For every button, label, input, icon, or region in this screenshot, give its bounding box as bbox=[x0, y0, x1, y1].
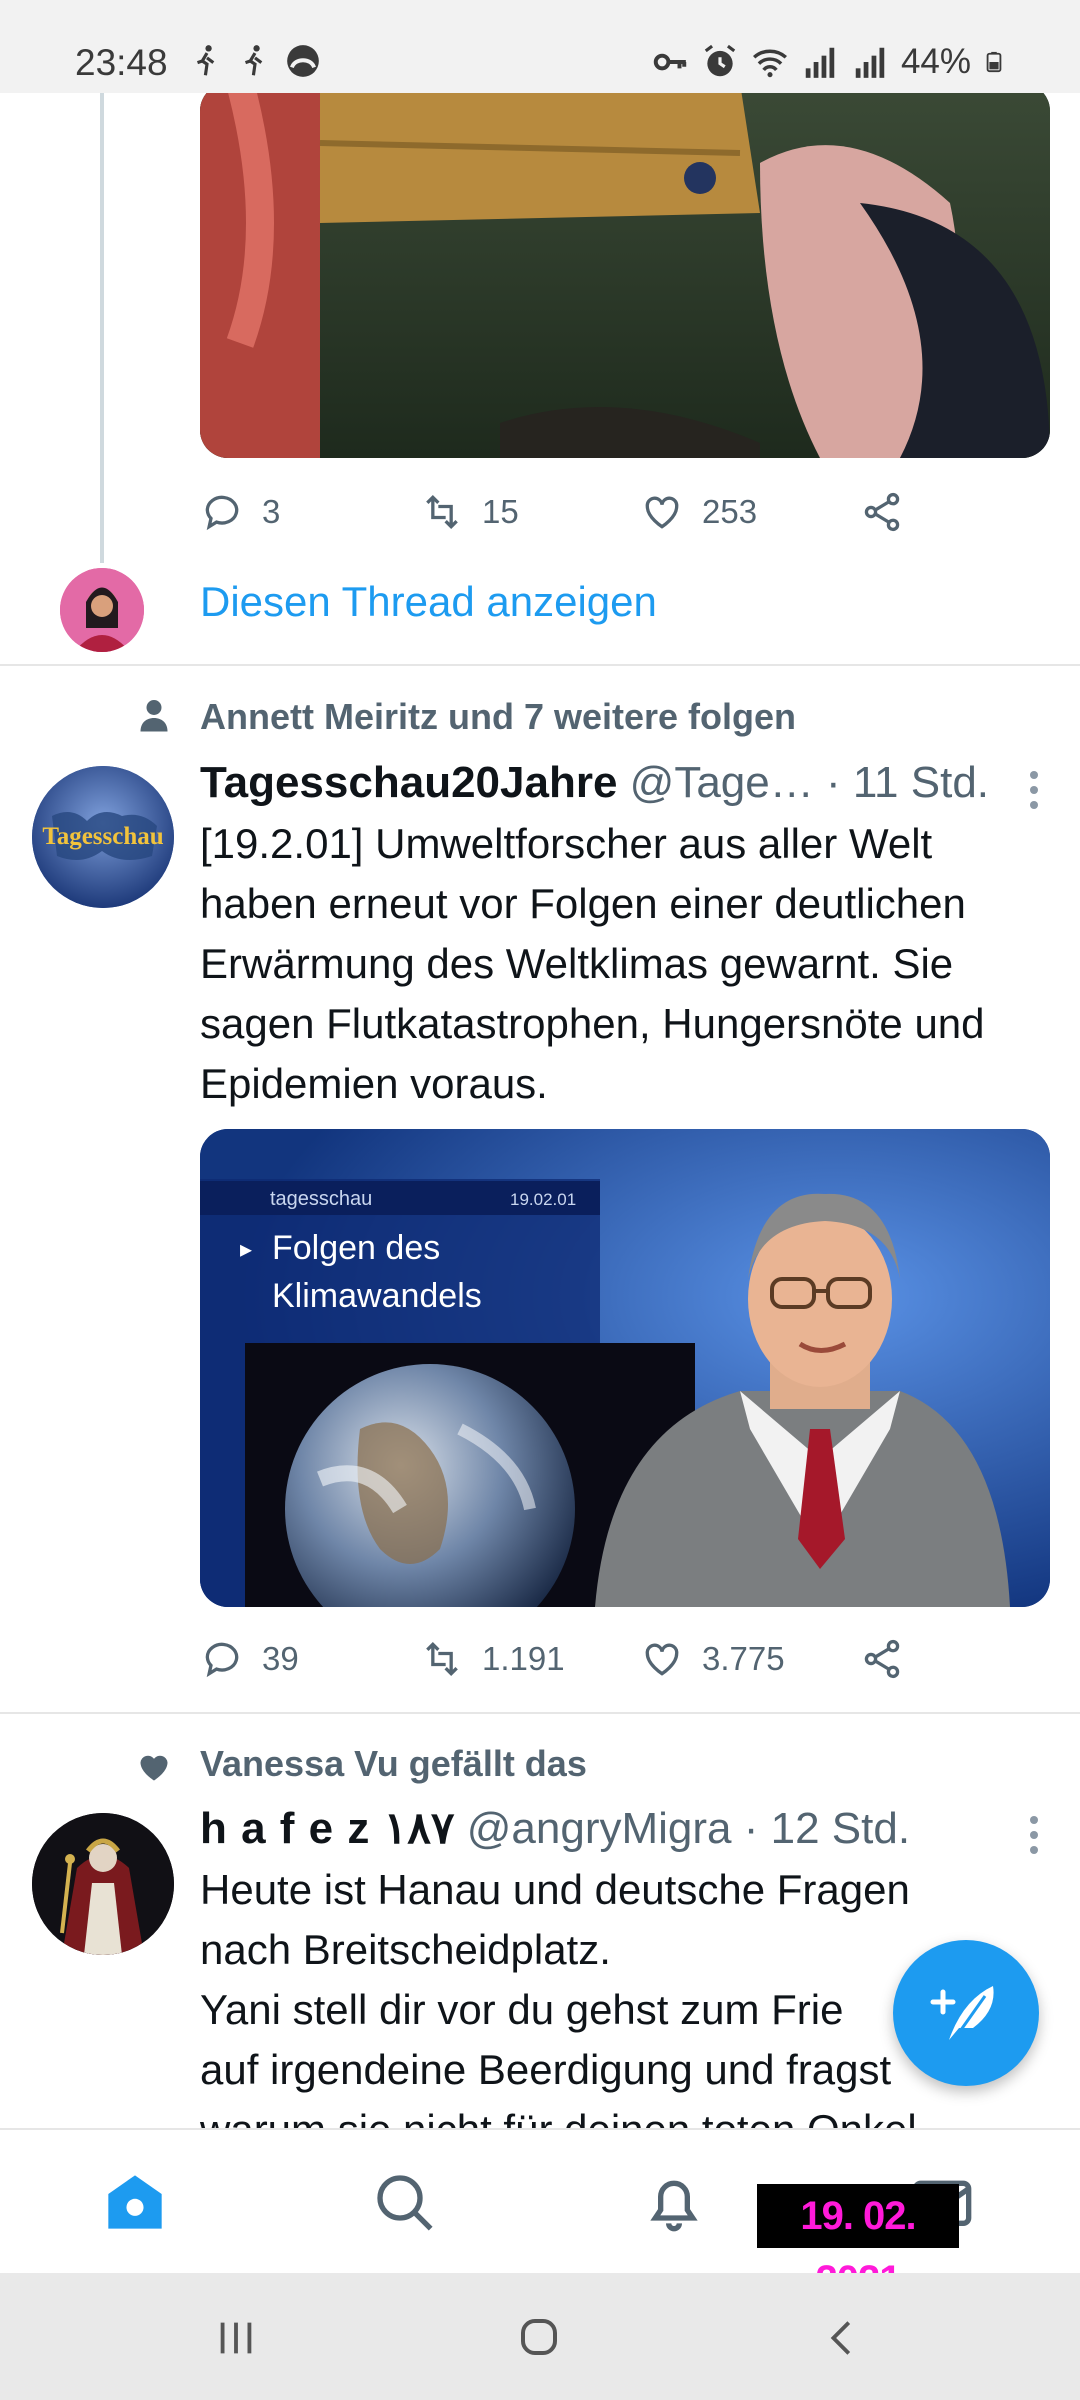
recent-apps-icon[interactable] bbox=[213, 2315, 259, 2361]
compose-feather-icon bbox=[930, 1986, 994, 2045]
heart-filled-icon bbox=[140, 1755, 168, 1781]
retweet-count: 1.191 bbox=[482, 1640, 565, 1677]
tweet3-text-line: Heute ist Hanau und deutsche Fragen bbox=[200, 1866, 910, 1913]
media-date: 19.02.01 bbox=[510, 1190, 576, 1209]
media-headline-2: Klimawandels bbox=[272, 1277, 482, 1315]
avatar-painting bbox=[32, 1813, 174, 1955]
battery-icon bbox=[986, 51, 1002, 73]
media-brand: tagesschau bbox=[270, 1188, 372, 1210]
tweet3-time: · 12 Std. bbox=[743, 1804, 911, 1853]
tweet2-actions: 39 1.191 3.775 bbox=[200, 1629, 922, 1689]
app-icon bbox=[287, 45, 319, 77]
walk-icon bbox=[196, 45, 215, 76]
reply-button[interactable]: 39 bbox=[200, 1637, 420, 1681]
notifications-icon[interactable] bbox=[642, 2170, 706, 2234]
alarm-icon bbox=[704, 44, 736, 77]
timeline[interactable]: 3 15 253 Diesen Thread anzeigen Annett M… bbox=[0, 93, 1080, 2128]
tagesschau-logo: Tagesschau bbox=[32, 766, 174, 908]
key-icon bbox=[653, 53, 687, 71]
share-icon bbox=[864, 492, 900, 532]
retweet-button[interactable]: 1.191 bbox=[420, 1637, 640, 1681]
reply-icon bbox=[205, 495, 239, 531]
tagesschau-broadcast-still: tagesschau 19.02.01 ▸ Folgen des Klimawa… bbox=[200, 1129, 1050, 1607]
date-stamp-overlay: 19. 02. 2021 bbox=[757, 2184, 959, 2302]
like-button[interactable]: 253 bbox=[640, 490, 860, 534]
tweet3-avatar[interactable] bbox=[32, 1813, 174, 1955]
tweet3-more-icon[interactable] bbox=[1028, 1816, 1040, 1856]
home-button-icon[interactable] bbox=[515, 2313, 563, 2361]
retweet-icon bbox=[426, 494, 458, 530]
like-count: 3.775 bbox=[702, 1640, 785, 1677]
like-count: 253 bbox=[702, 493, 758, 530]
svg-text:Tagesschau: Tagesschau bbox=[42, 823, 163, 850]
share-button[interactable] bbox=[860, 490, 922, 534]
tweet2-author-name[interactable]: Tagesschau20Jahre bbox=[200, 758, 617, 807]
heart-icon bbox=[645, 1643, 679, 1676]
tweet2-more-icon[interactable] bbox=[1028, 771, 1040, 811]
tweet2-time: · 11 Std. bbox=[825, 758, 990, 807]
thread-line bbox=[100, 93, 104, 563]
home-icon[interactable] bbox=[103, 2170, 167, 2234]
reply-count: 39 bbox=[262, 1640, 299, 1677]
retweet-count: 15 bbox=[482, 493, 519, 530]
reply-icon bbox=[205, 1642, 239, 1678]
android-navigation-bar bbox=[0, 2273, 1080, 2400]
reply-button[interactable]: 3 bbox=[200, 490, 420, 534]
tweet1-image[interactable] bbox=[200, 93, 1050, 458]
media-headline-1: Folgen des bbox=[272, 1229, 440, 1267]
tweet3-handle[interactable]: @angryMigra bbox=[467, 1804, 732, 1853]
avatar-photo bbox=[60, 568, 144, 652]
tweet3-social-context[interactable]: Vanessa Vu gefällt das bbox=[200, 1743, 587, 1785]
tweet3-author-name[interactable]: h a f e z ١٨٧ bbox=[200, 1804, 455, 1853]
share-button[interactable] bbox=[860, 1637, 922, 1681]
tweet1-actions: 3 15 253 bbox=[200, 482, 922, 542]
retweet-button[interactable]: 15 bbox=[420, 490, 640, 534]
photo-grass-hands bbox=[200, 93, 1050, 458]
search-icon[interactable] bbox=[372, 2170, 436, 2234]
compose-tweet-button[interactable] bbox=[893, 1940, 1039, 2086]
tweet2-text: [19.2.01] Umweltforscher aus aller Welt … bbox=[200, 820, 985, 1107]
heart-icon bbox=[645, 496, 679, 529]
tweet2-handle[interactable]: @Tage… bbox=[630, 758, 814, 807]
tweet2-image[interactable]: tagesschau 19.02.01 ▸ Folgen des Klimawa… bbox=[200, 1129, 1050, 1607]
tweet3-header: h a f e z ١٨٧ @angryMigra · 12 Std. bbox=[200, 1803, 910, 1854]
retweet-icon bbox=[426, 1641, 458, 1677]
tweet3-text-line: warum sie nicht für deinen toten Onkel bbox=[200, 2100, 1050, 2128]
show-thread-link[interactable]: Diesen Thread anzeigen bbox=[200, 578, 657, 626]
reply-count: 3 bbox=[262, 493, 281, 530]
media-bullet-icon: ▸ bbox=[240, 1236, 252, 1263]
status-bar: 23:48 44% bbox=[0, 0, 1080, 93]
signal-icon bbox=[855, 47, 885, 78]
tweet2-avatar[interactable]: Tagesschau bbox=[32, 766, 174, 908]
share-icon bbox=[864, 1639, 900, 1679]
wifi-icon bbox=[752, 49, 787, 78]
divider bbox=[0, 1712, 1080, 1714]
thread-author-avatar[interactable] bbox=[60, 568, 144, 652]
tweet2-social-context[interactable]: Annett Meiritz und 7 weitere folgen bbox=[200, 696, 796, 738]
walk-icon bbox=[244, 45, 263, 76]
status-time: 23:48 bbox=[75, 42, 168, 83]
tweet2-header: Tagesschau20Jahre @Tage… · 11 Std. bbox=[200, 758, 989, 808]
person-icon bbox=[140, 700, 168, 732]
back-icon[interactable] bbox=[820, 2315, 866, 2361]
like-button[interactable]: 3.775 bbox=[640, 1637, 860, 1681]
signal-icon bbox=[805, 47, 835, 78]
divider bbox=[0, 664, 1080, 666]
battery-percent: 44% bbox=[900, 42, 971, 81]
